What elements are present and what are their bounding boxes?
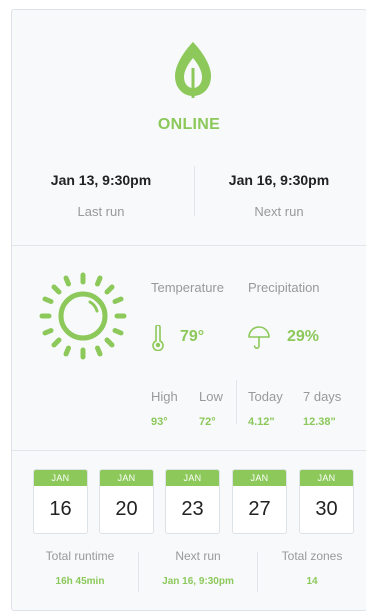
schedule-next-run-label: Next run xyxy=(175,549,221,563)
low-value: 72° xyxy=(199,416,216,428)
low-label: Low xyxy=(199,389,223,404)
divider xyxy=(236,380,237,424)
total-runtime: Total runtime 16h 45min xyxy=(21,549,139,587)
high-value: 93° xyxy=(151,416,168,428)
precipitation-value: 29% xyxy=(287,328,320,345)
precipitation-label: Precipitation xyxy=(248,280,320,295)
next-run-date: Jan 16, 9:30pm xyxy=(228,172,330,188)
schedule-section: JAN 16 JAN 20 JAN 23 JAN 27 JAN 30 Total… xyxy=(12,451,366,610)
calendar-month: JAN xyxy=(166,470,219,486)
leaf-icon xyxy=(175,42,211,98)
calendar-month: JAN xyxy=(300,470,353,486)
calendar-day[interactable]: JAN 30 xyxy=(299,469,354,534)
temperature-value: 79° xyxy=(180,328,205,345)
temperature-label: Temperature xyxy=(151,280,224,295)
total-zones-value: 14 xyxy=(306,576,318,587)
umbrella-icon xyxy=(248,326,270,349)
weather-section: Temperature Precipitation 79° 29% High L… xyxy=(12,246,366,450)
calendar-day[interactable]: JAN 20 xyxy=(99,469,154,534)
last-run: Jan 13, 9:30pm Last run xyxy=(12,172,190,219)
total-zones-label: Total zones xyxy=(281,549,343,563)
calendar-date: 20 xyxy=(115,498,138,520)
calendar-month: JAN xyxy=(34,470,87,486)
thermometer-icon xyxy=(152,325,164,351)
total-zones: Total zones 14 xyxy=(253,549,366,587)
total-runtime-value: 16h 45min xyxy=(55,576,105,587)
total-runtime-label: Total runtime xyxy=(45,549,115,563)
today-value: 4.12" xyxy=(248,416,275,428)
status-section: ONLINE Jan 13, 9:30pm Last run Jan 16, 9… xyxy=(12,10,366,245)
next-run-label: Next run xyxy=(254,204,304,219)
today-label: Today xyxy=(248,389,283,404)
calendar-day[interactable]: JAN 23 xyxy=(165,469,220,534)
calendar-month: JAN xyxy=(233,470,286,486)
calendar-day[interactable]: JAN 27 xyxy=(232,469,287,534)
calendar-date: 27 xyxy=(248,498,271,520)
calendar-date: 23 xyxy=(181,498,204,520)
calendar-date: 30 xyxy=(315,498,338,520)
schedule-next-run-value: Jan 16, 9:30pm xyxy=(162,576,234,587)
high-label: High xyxy=(151,389,178,404)
calendar-month: JAN xyxy=(100,470,153,486)
next-run: Jan 16, 9:30pm Next run xyxy=(190,172,366,219)
calendar-date: 16 xyxy=(49,498,72,520)
last-run-label: Last run xyxy=(77,204,125,219)
seven-days-value: 12.38" xyxy=(303,416,336,428)
seven-days-label: 7 days xyxy=(303,389,342,404)
status-text: ONLINE xyxy=(157,116,221,133)
controller-card: ONLINE Jan 13, 9:30pm Last run Jan 16, 9… xyxy=(11,9,366,611)
calendar-day[interactable]: JAN 16 xyxy=(33,469,88,534)
sun-icon xyxy=(39,272,127,360)
schedule-next-run: Next run Jan 16, 9:30pm xyxy=(139,549,257,587)
last-run-date: Jan 13, 9:30pm xyxy=(50,172,152,188)
